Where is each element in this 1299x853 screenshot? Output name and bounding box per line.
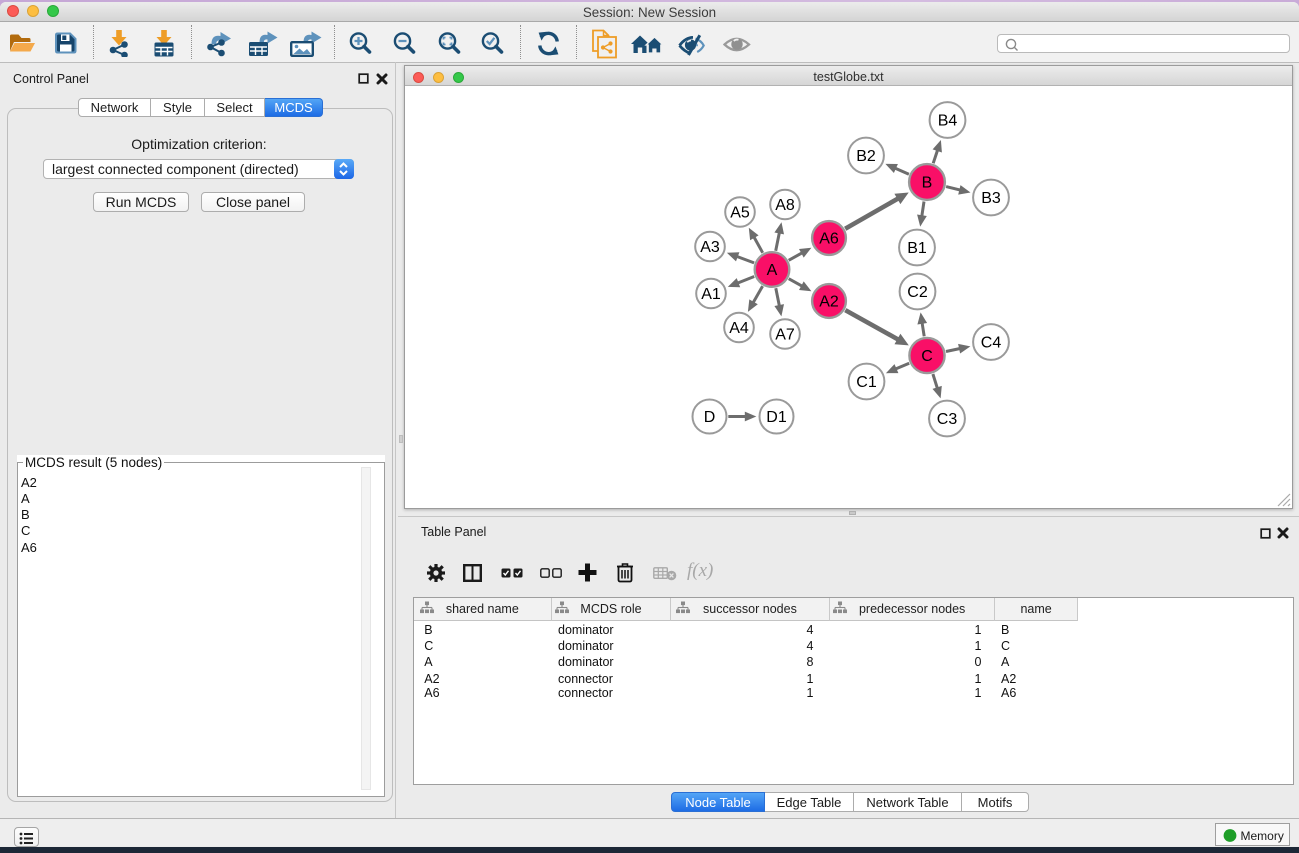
svg-text:B3: B3 (981, 190, 1001, 207)
svg-text:C2: C2 (907, 284, 928, 301)
svg-text:A8: A8 (775, 197, 795, 214)
svg-text:A4: A4 (729, 320, 749, 337)
svg-text:A5: A5 (730, 205, 750, 222)
svg-text:C1: C1 (856, 374, 877, 391)
svg-text:C4: C4 (981, 335, 1002, 352)
svg-text:C: C (921, 348, 933, 365)
svg-text:B: B (922, 175, 933, 192)
svg-text:B1: B1 (907, 240, 927, 257)
svg-text:D: D (704, 409, 716, 426)
svg-text:A7: A7 (775, 327, 795, 344)
svg-text:A2: A2 (819, 294, 839, 311)
svg-text:B4: B4 (938, 113, 958, 130)
svg-text:B2: B2 (856, 148, 876, 165)
svg-text:A3: A3 (700, 239, 720, 256)
svg-text:D1: D1 (766, 409, 787, 426)
svg-text:C3: C3 (937, 411, 958, 428)
svg-text:A: A (767, 262, 778, 279)
svg-text:A1: A1 (701, 286, 721, 303)
svg-text:A6: A6 (819, 231, 839, 248)
